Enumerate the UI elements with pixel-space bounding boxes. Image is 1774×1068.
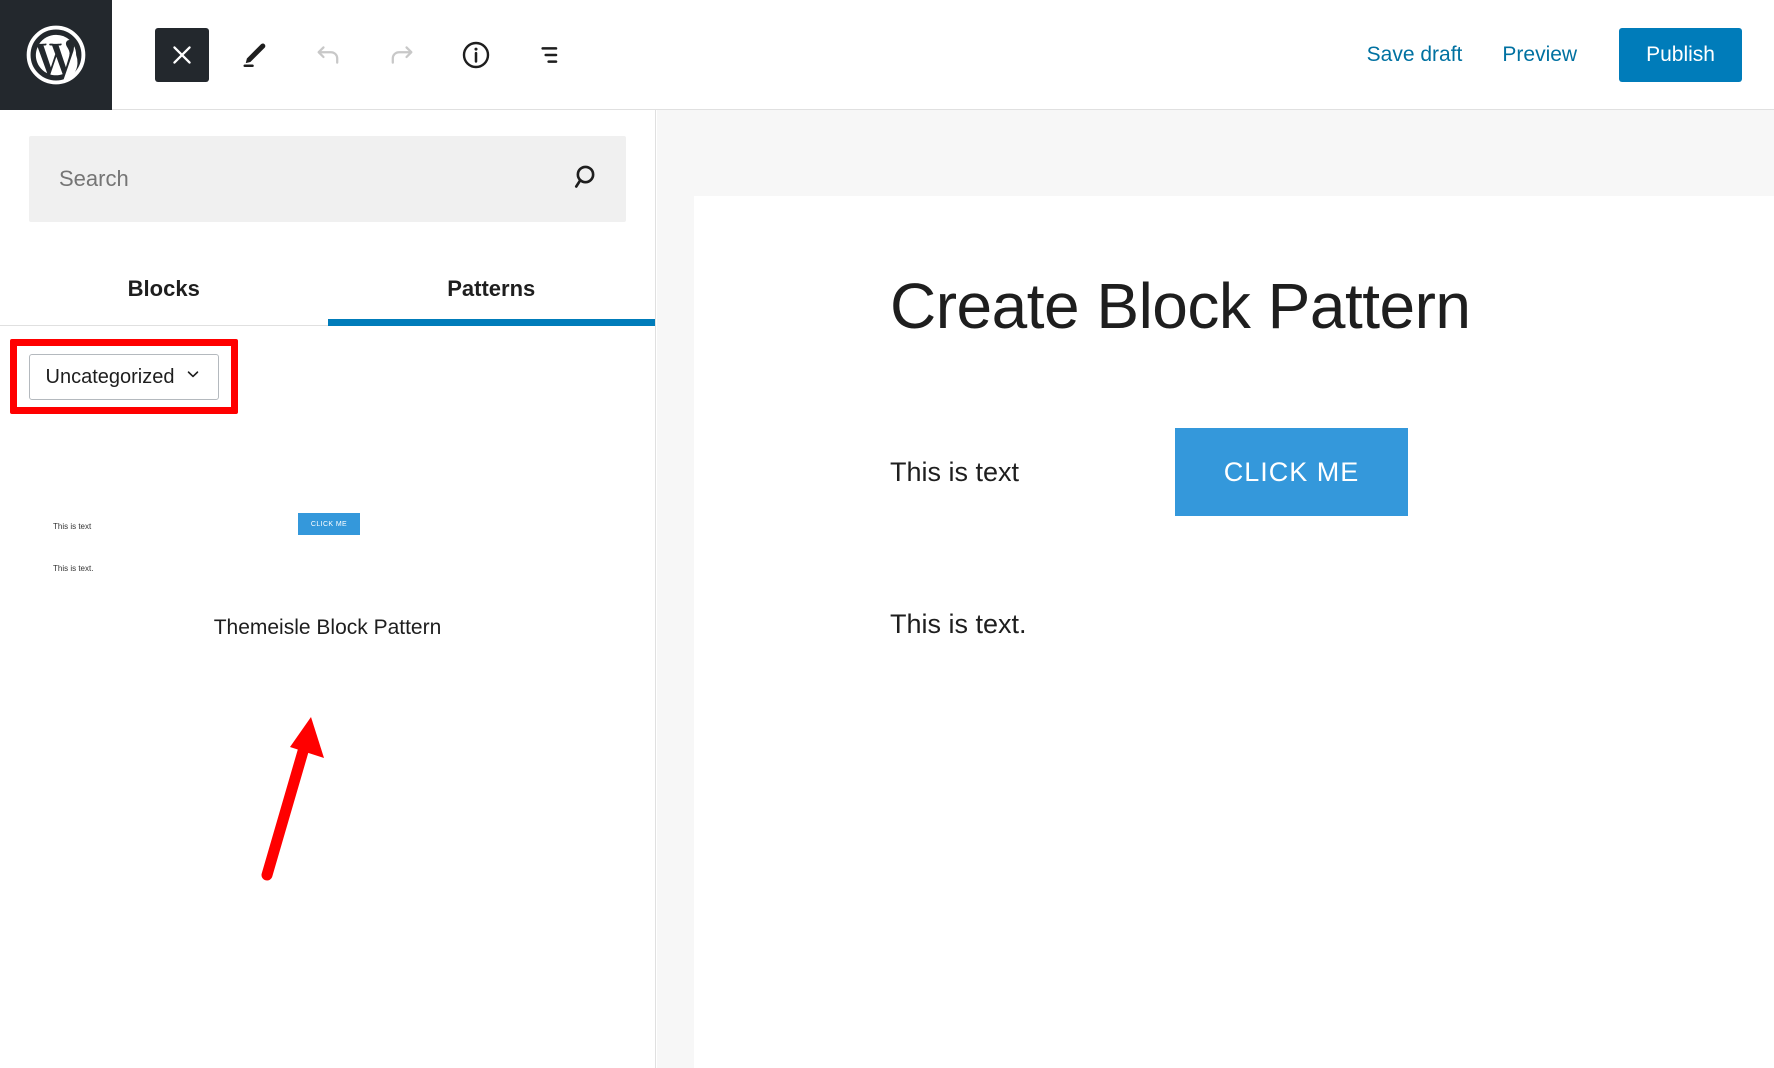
redo-arrow-icon: [386, 39, 418, 71]
pattern-title: Themeisle Block Pattern: [213, 616, 442, 639]
search-field-wrapper[interactable]: [29, 136, 626, 222]
preview-text-top: This is text: [53, 522, 92, 531]
pattern-category-area: Uncategorized: [0, 326, 655, 446]
publish-button[interactable]: Publish: [1619, 27, 1742, 82]
close-x-icon: [169, 42, 195, 68]
block-inserter-panel: Blocks Patterns Uncategorized This is te…: [0, 110, 656, 1068]
pattern-category-value: Uncategorized: [45, 365, 175, 388]
columns-block: This is text CLICK ME: [694, 343, 1774, 516]
pencil-edit-icon: [239, 40, 269, 70]
preview-button[interactable]: Preview: [1482, 33, 1597, 77]
preview-cta-button: CLICK ME: [298, 513, 360, 535]
page-title[interactable]: Create Block Pattern: [694, 196, 1774, 343]
redo-button[interactable]: [373, 26, 431, 84]
list-item[interactable]: This is text CLICK ME This is text. Them…: [29, 494, 626, 640]
pattern-category-select[interactable]: Uncategorized: [29, 354, 219, 400]
post-content-sheet[interactable]: Create Block Pattern This is text CLICK …: [694, 196, 1774, 1068]
undo-button[interactable]: [299, 26, 357, 84]
editor-canvas: Create Block Pattern This is text CLICK …: [657, 110, 1774, 1068]
pattern-list: This is text CLICK ME This is text. Them…: [0, 494, 655, 640]
editor-toolbar-left: [112, 26, 579, 84]
chevron-down-icon: [184, 365, 202, 389]
close-inserter-button[interactable]: [155, 27, 209, 82]
tab-blocks[interactable]: Blocks: [0, 252, 328, 325]
undo-arrow-icon: [312, 39, 344, 71]
paragraph-block[interactable]: This is text.: [694, 516, 1774, 640]
editor-top-bar: Save draft Preview Publish: [0, 0, 1774, 110]
inserter-tabs: Blocks Patterns: [0, 252, 655, 326]
wordpress-logo-button[interactable]: [0, 0, 112, 110]
preview-text-bottom: This is text.: [53, 564, 94, 573]
annotation-arrow-icon: [190, 675, 370, 890]
pattern-preview-thumbnail[interactable]: This is text CLICK ME This is text.: [29, 494, 626, 598]
column-text-block[interactable]: This is text: [890, 457, 1175, 488]
search-input[interactable]: [59, 166, 572, 192]
tab-patterns[interactable]: Patterns: [327, 252, 656, 326]
info-circle-icon: [460, 39, 492, 71]
click-me-button[interactable]: CLICK ME: [1175, 428, 1408, 516]
save-draft-button[interactable]: Save draft: [1347, 33, 1483, 77]
list-view-button[interactable]: [521, 26, 579, 84]
editor-toolbar-right: Save draft Preview Publish: [1347, 27, 1774, 82]
list-view-icon: [534, 39, 566, 71]
wordpress-logo-icon: [25, 24, 87, 86]
details-info-button[interactable]: [447, 26, 505, 84]
edit-mode-button[interactable]: [225, 26, 283, 84]
search-icon: [572, 162, 602, 197]
